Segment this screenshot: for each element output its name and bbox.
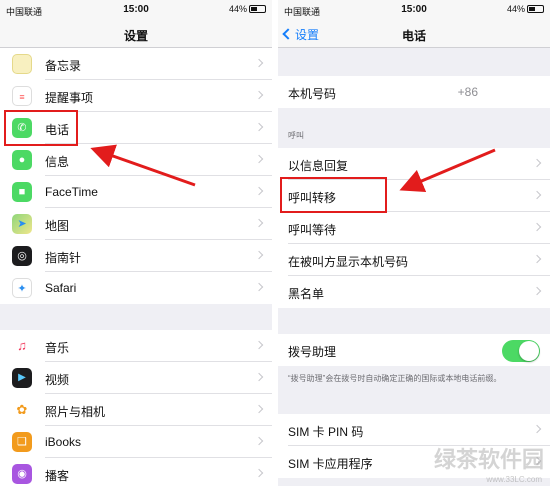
annotation-arrows [90, 144, 496, 193]
arrow-to-call-forwarding [399, 148, 496, 193]
arrow-to-phone [90, 144, 196, 187]
